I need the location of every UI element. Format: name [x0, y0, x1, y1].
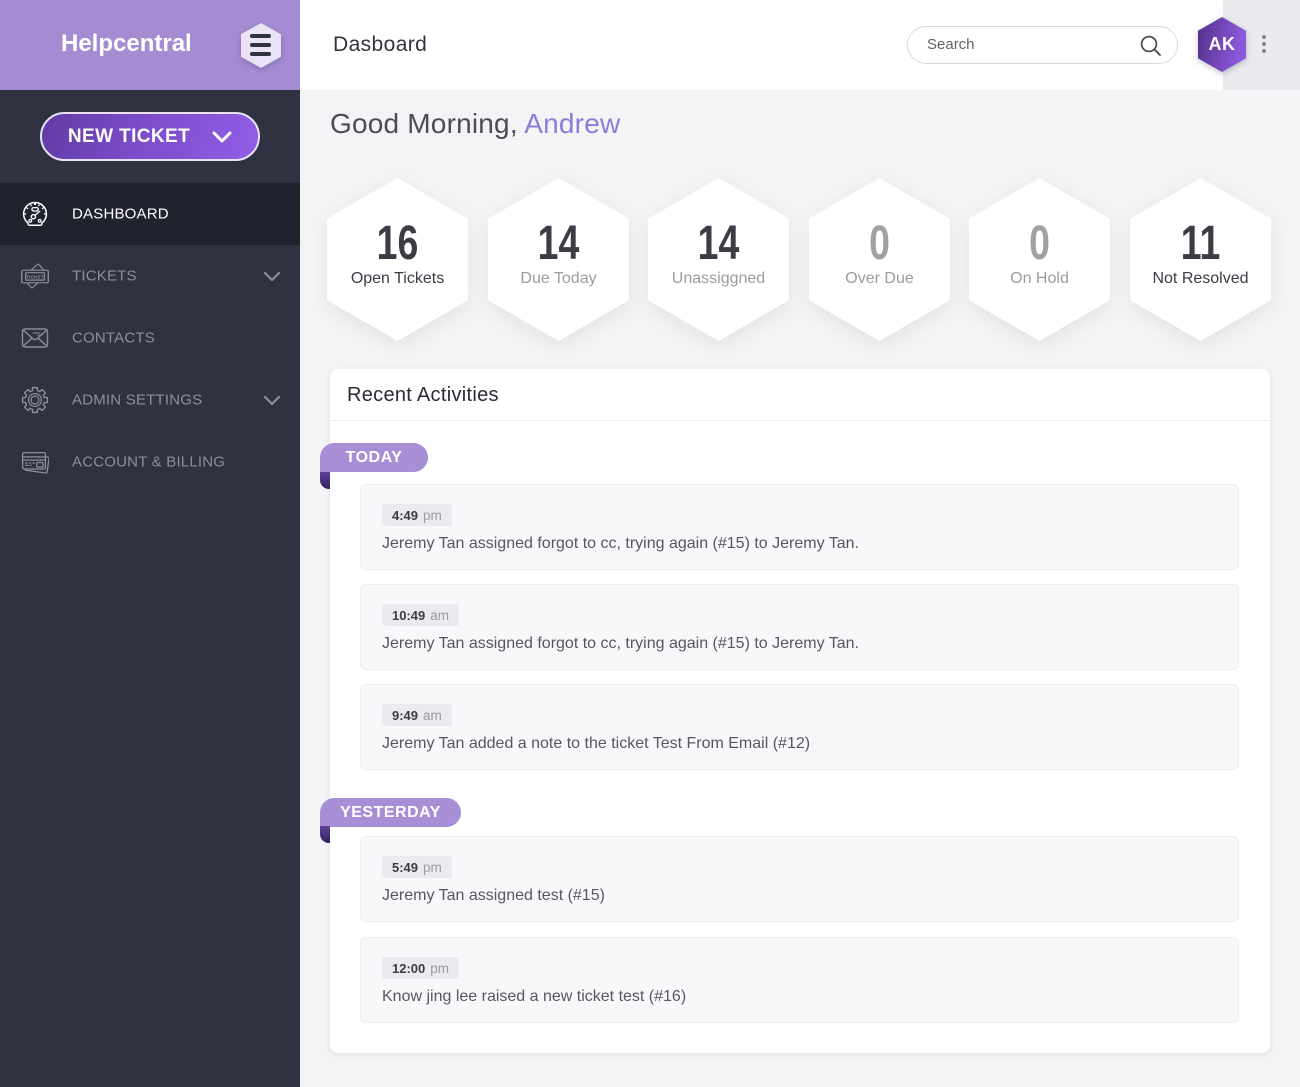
- svg-text:TICKET: TICKET: [26, 274, 44, 279]
